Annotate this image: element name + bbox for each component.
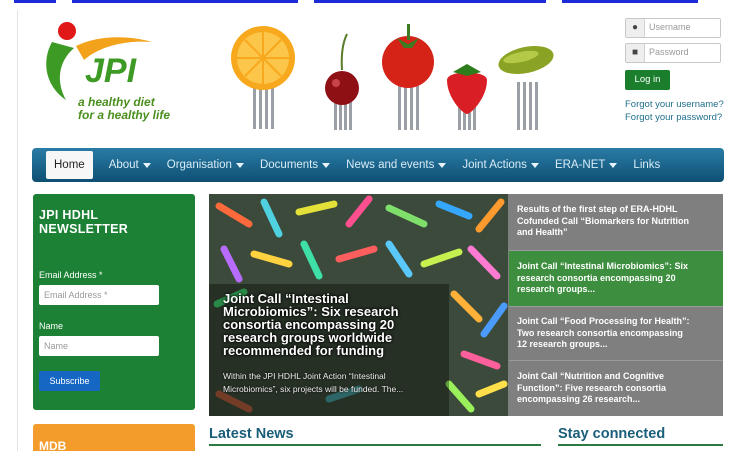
nav-item-documents[interactable]: Documents — [259, 159, 331, 171]
logo-text: JPI — [85, 52, 138, 90]
cherry-fork-icon — [325, 33, 359, 130]
strawberry-fork-icon — [447, 64, 487, 130]
username-input[interactable]: ● Username — [625, 18, 721, 38]
caret-down-icon — [438, 162, 447, 168]
description-line: Microbiomics”, six projects will be fund… — [223, 384, 404, 394]
list-item-line: Two research consortia encompassing — [517, 327, 683, 338]
newsletter-title-line-1: JPI HDHL — [39, 208, 99, 222]
nav-label: Organisation — [166, 159, 232, 171]
header-banner-image — [231, 24, 554, 130]
list-item-line: Joint Call “Food Processing for Health”: — [517, 316, 690, 327]
nav-item-home[interactable]: Home — [46, 151, 93, 179]
list-item-line: and Health” — [517, 227, 568, 238]
nav-label: News and events — [346, 159, 435, 171]
list-item-line: research consortia encompassing 20 — [517, 272, 676, 283]
caret-down-icon — [142, 162, 151, 168]
email-field[interactable]: Email Address * — [39, 285, 159, 305]
top-link-strip — [0, 0, 730, 7]
tomato-fork-icon — [382, 24, 434, 130]
list-item-line: Results of the first step of ERA-HDHL — [517, 204, 678, 215]
list-item-line: Joint Call “Nutrition and Cognitive — [517, 371, 664, 382]
nav-item-joint-actions[interactable]: Joint Actions — [462, 159, 539, 171]
mdb-title: MDB — [39, 439, 67, 451]
nav-item-links[interactable]: Links — [633, 159, 660, 171]
newsletter-panel: JPI HDHL NEWSLETTER Email Address * Emai… — [33, 194, 195, 410]
caret-down-icon — [530, 162, 539, 168]
newsletter-title: JPI HDHL NEWSLETTER — [39, 208, 128, 236]
pickle-fork-icon — [498, 46, 554, 130]
featured-slideshow: Joint Call “Intestinal Microbiomics”: Si… — [209, 194, 723, 416]
latest-news-heading: Latest News — [209, 424, 541, 446]
slide-description: Within the JPI HDHL Joint Action “Intest… — [223, 370, 503, 396]
list-item-line: Joint Call “Intestinal Microbiomics”: Si… — [517, 261, 689, 272]
username-placeholder: Username — [649, 22, 691, 32]
password-placeholder: Password — [649, 47, 689, 57]
slide-list-item[interactable]: Results of the first step of ERA-HDHL Co… — [509, 194, 723, 249]
orange-fork-icon — [231, 26, 295, 129]
main-nav: Home About Organisation Documents News a… — [32, 148, 724, 182]
nav-item-era-net[interactable]: ERA-NET — [554, 159, 618, 171]
nav-label: Joint Actions — [462, 159, 527, 171]
password-input[interactable]: ■ Password — [625, 43, 721, 63]
description-line: Within the JPI HDHL Joint Action “Intest… — [223, 371, 386, 381]
list-item-line: Cofunded Call “Biomarkers for Nutrition — [517, 215, 690, 226]
nav-label: ERA-NET — [554, 159, 606, 171]
login-button[interactable]: Log in — [625, 70, 670, 90]
caret-down-icon — [322, 162, 331, 168]
slide-list: Results of the first step of ERA-HDHL Co… — [509, 194, 723, 416]
nav-label: Documents — [259, 159, 319, 171]
page-border — [17, 10, 18, 451]
slide-list-item[interactable]: Joint Call “Nutrition and Cognitive Func… — [509, 361, 723, 416]
name-field[interactable]: Name — [39, 336, 159, 356]
nav-item-about[interactable]: About — [109, 159, 151, 171]
top-link-underline — [314, 0, 546, 3]
login-form: ● Username ■ Password Log in Forgot your… — [625, 18, 725, 124]
lock-icon: ■ — [626, 44, 645, 62]
slide-caption[interactable]: Joint Call “Intestinal Microbiomics”: Si… — [223, 292, 448, 357]
email-placeholder: Email Address * — [44, 290, 108, 300]
top-link-underline — [562, 0, 698, 3]
list-item-line: 12 research groups... — [517, 339, 608, 350]
nav-item-news-and-events[interactable]: News and events — [346, 159, 447, 171]
caret-down-icon — [235, 162, 244, 168]
logo-tagline: a healthy diet for a healthy life — [78, 96, 170, 122]
caret-down-icon — [609, 162, 618, 168]
tagline-line-2: for a healthy life — [78, 108, 171, 122]
nav-item-organisation[interactable]: Organisation — [167, 159, 244, 171]
stay-connected-heading: Stay connected — [558, 424, 723, 446]
top-link-underline — [14, 0, 56, 3]
user-icon: ● — [626, 19, 645, 37]
nav-label: About — [108, 159, 139, 171]
slide-list-item-active[interactable]: Joint Call “Intestinal Microbiomics”: Si… — [509, 251, 723, 306]
site-logo[interactable]: JPI a healthy diet for a healthy life — [40, 20, 195, 135]
caption-line: recommended for funding — [223, 343, 385, 358]
name-placeholder: Name — [44, 341, 69, 351]
subscribe-button[interactable]: Subscribe — [39, 371, 100, 391]
latest-news-title: Latest News — [209, 426, 294, 442]
forgot-username-link[interactable]: Forgot your username? — [625, 98, 725, 111]
forgot-password-link[interactable]: Forgot your password? — [625, 111, 725, 124]
stay-connected-title: Stay connected — [558, 426, 666, 442]
mdb-panel[interactable]: MDB — [33, 424, 195, 451]
newsletter-title-line-2: NEWSLETTER — [39, 222, 129, 236]
email-label: Email Address * — [39, 270, 103, 280]
top-link-underline — [72, 0, 298, 3]
list-item-line: Function”: Five research consortia — [517, 382, 667, 393]
list-item-line: research groups... — [517, 284, 596, 295]
name-label: Name — [39, 321, 64, 331]
slide-list-item[interactable]: Joint Call “Food Processing for Health”:… — [509, 307, 723, 360]
list-item-line: encompassing 26 research... — [517, 394, 641, 405]
